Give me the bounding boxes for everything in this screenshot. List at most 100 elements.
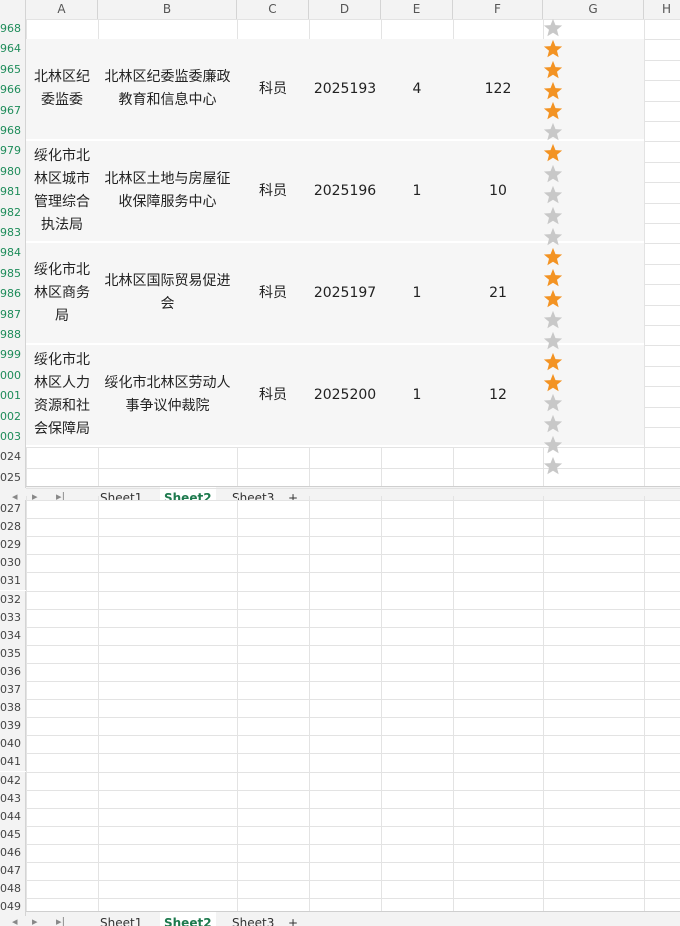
- row-header[interactable]: 968: [0, 19, 26, 40]
- row-header[interactable]: 966: [0, 80, 26, 101]
- row-gridline: [26, 554, 680, 556]
- row-gridline: [26, 19, 680, 20]
- applicants-cell[interactable]: 12: [453, 345, 543, 445]
- row-header[interactable]: 040: [0, 735, 26, 754]
- row-header[interactable]: 999: [0, 345, 26, 366]
- department-cell[interactable]: 北林区纪委监委: [26, 39, 98, 139]
- unit-cell[interactable]: 北林区国际贸易促进会: [98, 243, 237, 343]
- column-header-e[interactable]: E: [381, 0, 453, 19]
- position-cell[interactable]: 科员: [237, 141, 309, 241]
- star-empty-icon: [543, 394, 563, 412]
- department-cell[interactable]: 绥化市北林区人力资源和社会保障局: [26, 345, 98, 445]
- position-cell[interactable]: 科员: [237, 345, 309, 445]
- tab-scroll-last-icon[interactable]: ▸|: [56, 912, 65, 926]
- star-filled-icon: [543, 269, 563, 287]
- row-header[interactable]: 985: [0, 263, 26, 285]
- row-header[interactable]: 042: [0, 771, 26, 790]
- applicants-cell[interactable]: 10: [453, 141, 543, 241]
- star-empty-icon: [543, 456, 563, 475]
- count-cell[interactable]: 1: [381, 345, 453, 445]
- star-empty-icon: [543, 206, 563, 224]
- select-all-corner[interactable]: [0, 0, 26, 19]
- row-header[interactable]: 049: [0, 898, 26, 917]
- row-header[interactable]: 035: [0, 644, 26, 663]
- applicants-cell[interactable]: 122: [453, 39, 543, 139]
- column-header-bar: ABCDEFGH: [0, 0, 680, 20]
- department-cell[interactable]: 绥化市北林区城市管理综合执法局: [26, 141, 98, 241]
- row-header[interactable]: 988: [0, 325, 26, 346]
- row-header[interactable]: 033: [0, 608, 26, 627]
- row-header[interactable]: 000: [0, 365, 26, 387]
- row-header[interactable]: 983: [0, 223, 26, 244]
- row-header[interactable]: 039: [0, 717, 26, 736]
- column-header-c[interactable]: C: [237, 0, 309, 19]
- row-header[interactable]: 031: [0, 572, 26, 591]
- position-cell[interactable]: 科员: [237, 39, 309, 139]
- row-header[interactable]: 024: [0, 447, 26, 468]
- row-header[interactable]: 027: [0, 500, 26, 519]
- sheet-tab-sheet3[interactable]: Sheet3: [228, 912, 278, 926]
- column-header-d[interactable]: D: [309, 0, 381, 19]
- unit-cell[interactable]: 北林区纪委监委廉政教育和信息中心: [98, 39, 237, 139]
- row-header[interactable]: 984: [0, 243, 26, 264]
- unit-cell[interactable]: 绥化市北林区劳动人事争议仲裁院: [98, 345, 237, 445]
- row-header[interactable]: 044: [0, 807, 26, 826]
- count-cell[interactable]: 4: [381, 39, 453, 139]
- row-header[interactable]: 030: [0, 554, 26, 573]
- row-header[interactable]: 968: [0, 121, 26, 142]
- row-header[interactable]: 043: [0, 789, 26, 808]
- row-header[interactable]: 987: [0, 304, 26, 325]
- row-header[interactable]: 981: [0, 182, 26, 203]
- code-cell[interactable]: 2025200: [309, 345, 381, 445]
- column-header-a[interactable]: A: [26, 0, 98, 19]
- row-header[interactable]: 048: [0, 880, 26, 899]
- row-header[interactable]: 036: [0, 662, 26, 681]
- row-header[interactable]: 025: [0, 467, 26, 489]
- sheet-tab-sheet2[interactable]: Sheet2: [160, 912, 216, 926]
- row-header[interactable]: 046: [0, 843, 26, 862]
- star-empty-icon: [543, 436, 563, 454]
- column-header-f[interactable]: F: [453, 0, 543, 19]
- row-header[interactable]: 029: [0, 536, 26, 555]
- column-header-b[interactable]: B: [98, 0, 237, 19]
- code-cell[interactable]: 2025197: [309, 243, 381, 343]
- department-cell[interactable]: 绥化市北林区商务局: [26, 243, 98, 343]
- row-header[interactable]: 964: [0, 39, 26, 60]
- star-empty-icon: [543, 18, 563, 37]
- row-header[interactable]: 032: [0, 590, 26, 609]
- add-sheet-button[interactable]: +: [288, 912, 298, 926]
- row-header[interactable]: 038: [0, 699, 26, 718]
- star-empty-icon: [543, 415, 563, 433]
- row-header[interactable]: 002: [0, 406, 26, 427]
- count-cell[interactable]: 1: [381, 243, 453, 343]
- row-header[interactable]: 980: [0, 161, 26, 183]
- row-header[interactable]: 034: [0, 626, 26, 645]
- row-header[interactable]: 986: [0, 284, 26, 305]
- code-cell[interactable]: 2025196: [309, 141, 381, 241]
- row-gridline: [26, 789, 680, 791]
- row-header[interactable]: 041: [0, 753, 26, 772]
- row-header[interactable]: 045: [0, 825, 26, 844]
- row-header[interactable]: 028: [0, 518, 26, 537]
- position-cell[interactable]: 科员: [237, 243, 309, 343]
- row-header[interactable]: 965: [0, 59, 26, 81]
- count-cell[interactable]: 1: [381, 141, 453, 241]
- unit-cell[interactable]: 北林区土地与房屋征收保障服务中心: [98, 141, 237, 241]
- tab-scroll-left-icon[interactable]: ◂: [12, 487, 18, 501]
- row-header[interactable]: 003: [0, 427, 26, 448]
- row-gridline: [26, 608, 680, 610]
- sheet-tab-sheet1[interactable]: Sheet1: [96, 912, 146, 926]
- row-header[interactable]: 037: [0, 681, 26, 700]
- row-header[interactable]: 001: [0, 386, 26, 407]
- column-header-h[interactable]: H: [644, 0, 680, 19]
- column-header-g[interactable]: G: [543, 0, 644, 19]
- row-header[interactable]: 979: [0, 141, 26, 162]
- applicants-cell[interactable]: 21: [453, 243, 543, 343]
- row-gridline: [26, 644, 680, 646]
- row-header[interactable]: 982: [0, 202, 26, 223]
- code-cell[interactable]: 2025193: [309, 39, 381, 139]
- row-header[interactable]: 047: [0, 862, 26, 881]
- row-gridline: [26, 590, 680, 592]
- tab-scroll-right-icon[interactable]: ▸: [32, 912, 38, 926]
- row-header[interactable]: 967: [0, 100, 26, 121]
